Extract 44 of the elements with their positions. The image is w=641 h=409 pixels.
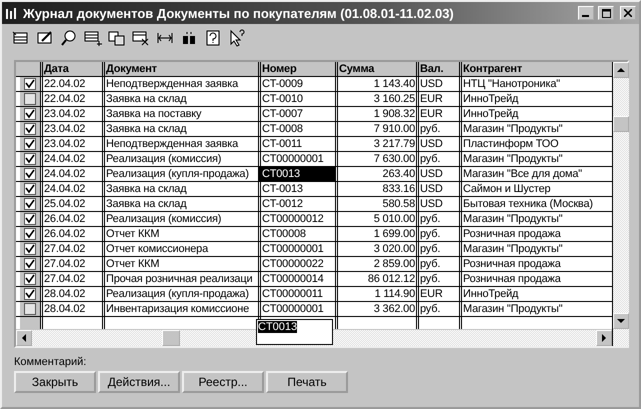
down-arrow-icon[interactable] [617, 318, 625, 324]
dropdown-list[interactable]: CT0013 [256, 319, 333, 345]
action-button[interactable]: Закрыть [14, 371, 96, 393]
action-button[interactable]: Действия... [98, 371, 180, 393]
table-cell[interactable]: 1 114.90 [335, 287, 416, 301]
table-cell[interactable]: 86 012.12 [335, 272, 416, 286]
right-arrow-icon[interactable] [601, 334, 607, 342]
scroll-thumb[interactable] [613, 116, 629, 132]
copy-icon[interactable] [108, 29, 126, 47]
add-row-icon[interactable] [84, 29, 102, 47]
dropdown-item[interactable]: CT0013 [258, 321, 298, 333]
maximize-button[interactable] [598, 6, 614, 20]
table-cell[interactable]: 580.58 [335, 197, 416, 211]
table-cell[interactable]: 1 143.40 [335, 77, 416, 91]
close-button[interactable] [620, 6, 636, 20]
table-cell[interactable]: 3 362.00 [335, 302, 416, 316]
pointer-help-icon[interactable] [228, 29, 246, 47]
delete-row-icon[interactable] [132, 29, 150, 47]
table-cell[interactable]: 5 010.00 [335, 212, 416, 226]
table-cell[interactable]: CT0013 [258, 167, 335, 181]
help-icon[interactable] [204, 29, 222, 47]
minimize-button[interactable] [578, 6, 594, 20]
table-cell[interactable]: 263.40 [335, 167, 416, 181]
table-cell[interactable]: 1 699.00 [335, 227, 416, 241]
search-icon[interactable] [60, 29, 78, 47]
window-title: Журнал документов Документы по покупателям (01.08.01-11.02.03) [23, 6, 455, 20]
scroll-thumb[interactable] [162, 330, 180, 346]
close-icon [624, 9, 632, 17]
table-cell[interactable]: 3 217.79 [335, 137, 416, 151]
table-cell[interactable]: 7 630.00 [335, 152, 416, 166]
vertical-scrollbar[interactable] [612, 62, 629, 346]
action-button[interactable]: Печать [266, 371, 348, 393]
table-cell[interactable]: 2 859.00 [335, 257, 416, 271]
table-cell[interactable]: 1 908.32 [335, 107, 416, 121]
maximize-icon [602, 8, 610, 18]
comment-label: Комментарий: [14, 356, 88, 368]
table-cell[interactable]: 833.16 [335, 182, 416, 196]
up-arrow-icon[interactable] [617, 67, 625, 73]
app-icon [5, 6, 19, 20]
action-button[interactable]: Реестр... [182, 371, 264, 393]
table-cell[interactable]: 7 910.00 [335, 122, 416, 136]
table-cell[interactable]: 3 020.00 [335, 242, 416, 256]
table-cell[interactable]: 3 160.25 [335, 92, 416, 106]
left-arrow-icon[interactable] [21, 334, 27, 342]
